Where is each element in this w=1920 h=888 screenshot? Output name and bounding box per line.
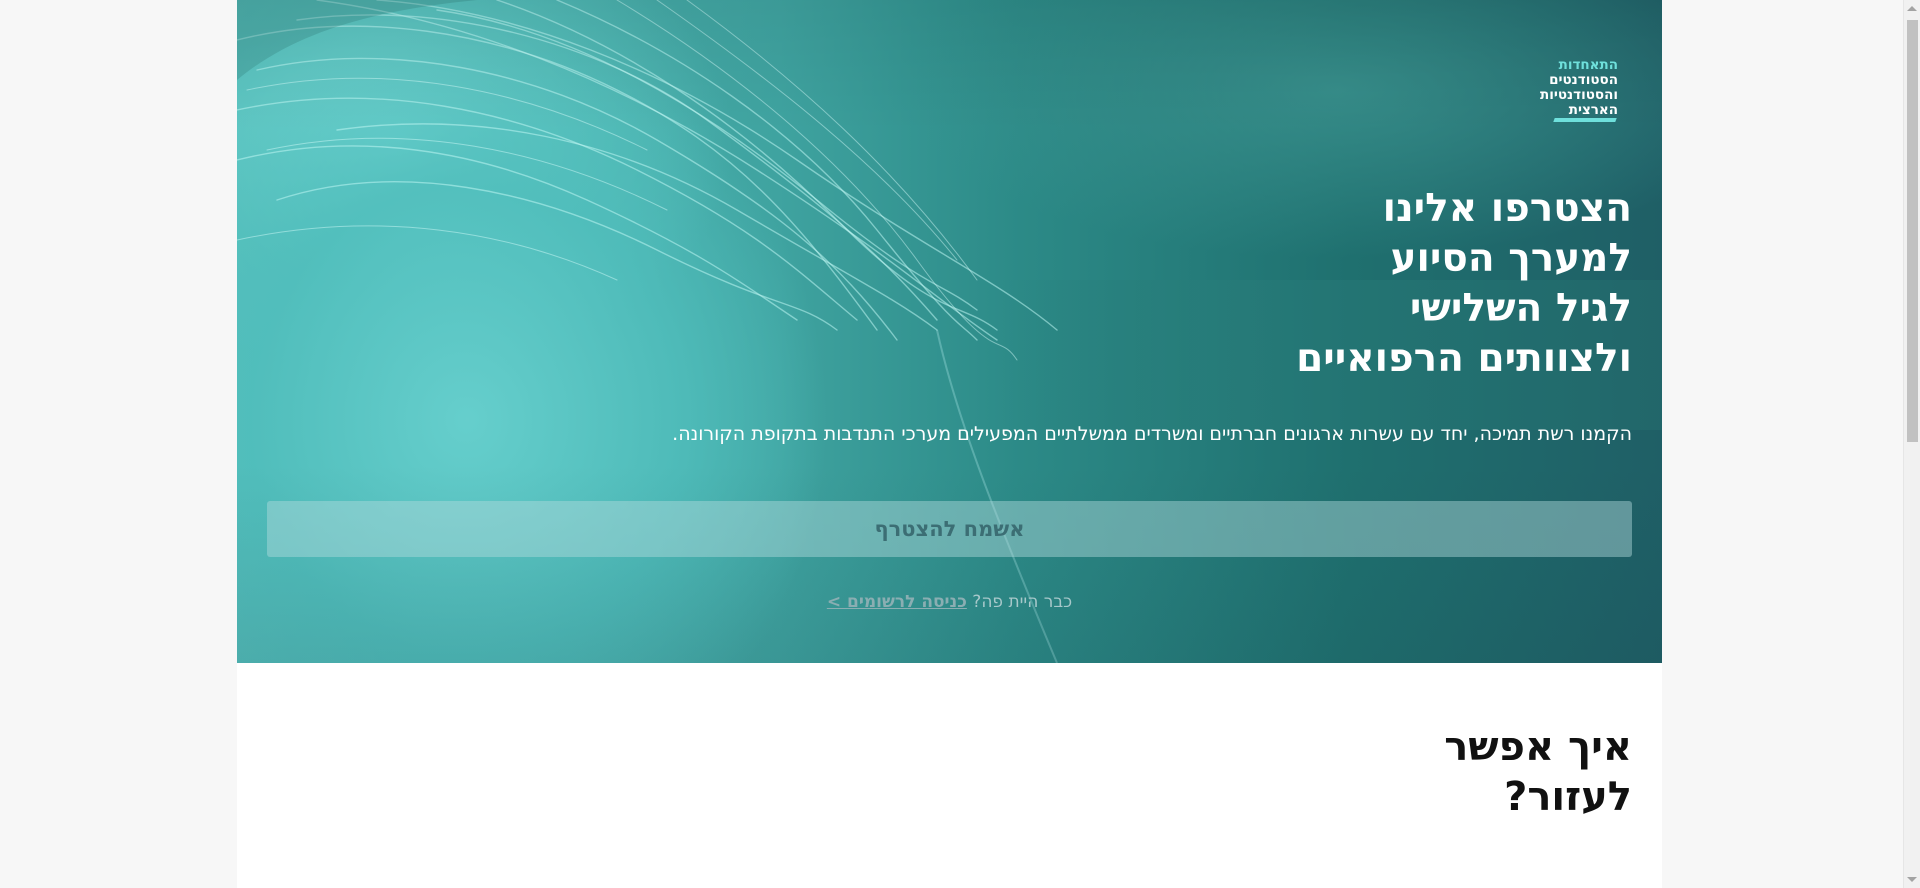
- how-to-help-title: איך אפשר לעזור?: [1444, 722, 1632, 822]
- hero-title-line-4: ולצוותים הרפואיים: [1296, 336, 1632, 381]
- hero-title-line-2: למערך הסיוע: [1390, 236, 1632, 281]
- login-link[interactable]: כניסה לרשומים >: [827, 592, 967, 612]
- logo-line-2: הסטודנטים: [1549, 72, 1618, 88]
- scrollbar-thumb[interactable]: [1907, 20, 1918, 442]
- organization-logo[interactable]: התאחדות הסטודנטים והסטודנטיות הארצית: [1522, 58, 1618, 118]
- hero-title: הצטרפו אלינו למערך הסיוע לגיל השלישי ולצ…: [1296, 184, 1632, 384]
- logo-underline: [1553, 118, 1617, 122]
- join-button[interactable]: אשמח להצטרף: [267, 501, 1632, 557]
- login-prompt: כבר היית פה? כניסה לרשומים >: [237, 590, 1662, 614]
- how-to-help-title-line-2: לעזור?: [1504, 774, 1632, 820]
- hero-section: התאחדות הסטודנטים והסטודנטיות הארצית הצט…: [237, 0, 1662, 663]
- already-registered-text: כבר היית פה?: [972, 592, 1073, 612]
- logo-line-4: הארצית: [1568, 102, 1618, 118]
- hero-title-line-3: לגיל השלישי: [1409, 286, 1632, 331]
- how-to-help-title-line-1: איך אפשר: [1444, 724, 1632, 770]
- scroll-down-arrow-icon[interactable]: [1907, 877, 1917, 882]
- logo-line-3: והסטודנטיות: [1540, 87, 1618, 103]
- page-scrollbar[interactable]: [1903, 0, 1920, 888]
- hero-subtitle: הקמנו רשת תמיכה, יחד עם עשרות ארגונים חב…: [672, 423, 1632, 445]
- page-container: התאחדות הסטודנטים והסטודנטיות הארצית הצט…: [237, 0, 1662, 888]
- logo-line-1: התאחדות: [1558, 57, 1618, 73]
- hero-title-line-1: הצטרפו אלינו: [1382, 186, 1632, 231]
- scroll-up-arrow-icon[interactable]: [1907, 6, 1917, 11]
